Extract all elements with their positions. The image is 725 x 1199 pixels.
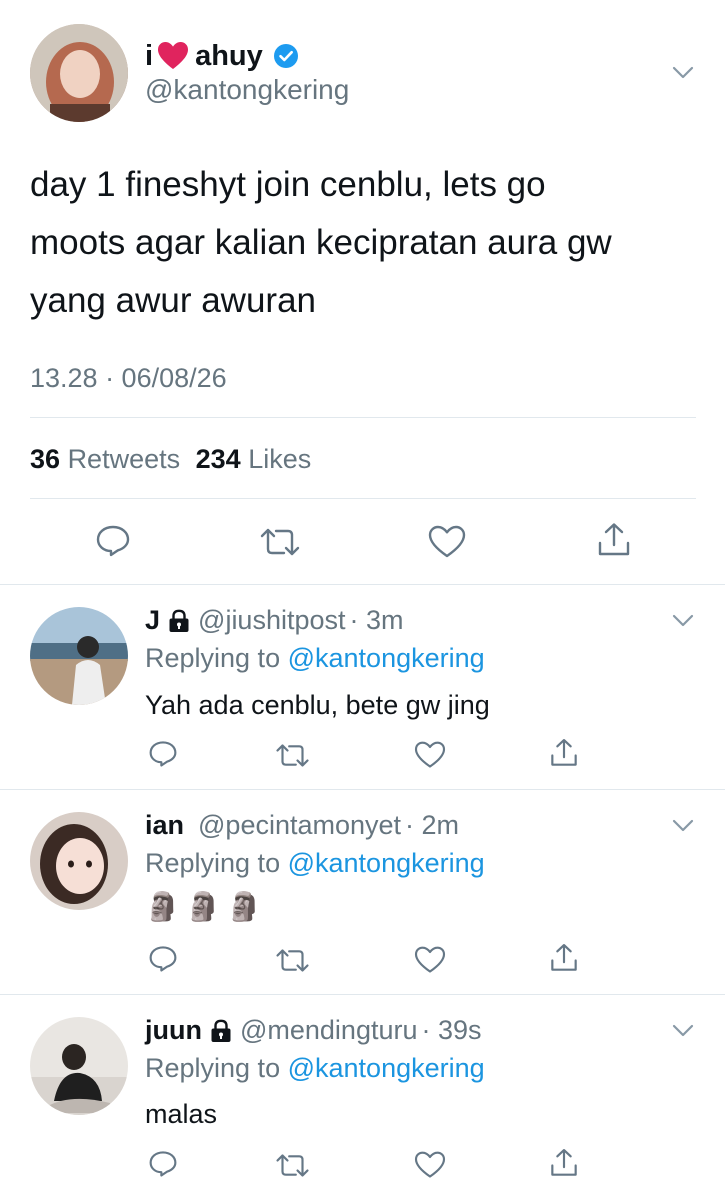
divider — [0, 584, 725, 585]
avatar-photo — [30, 607, 128, 705]
likes-stat[interactable]: 234 Likes — [196, 444, 312, 474]
replying-to-label: Replying to — [145, 848, 281, 878]
reply-author-name[interactable]: juun — [145, 1015, 202, 1046]
divider — [30, 417, 696, 418]
reply-button[interactable] — [148, 1150, 178, 1178]
reply-author-handle[interactable]: @pecintamonyet — [198, 810, 401, 841]
handle[interactable]: @kantongkering — [145, 74, 349, 106]
engagement-stats: 36 Retweets 234 Likes — [30, 444, 311, 475]
like-button[interactable] — [414, 946, 446, 974]
display-name-prefix: i — [145, 39, 154, 72]
timestamp[interactable]: 13.28 · 06/08/26 — [30, 363, 227, 394]
replying-to-label: Replying to — [145, 1053, 281, 1083]
likes-label: Likes — [248, 444, 312, 474]
reply-header: J @jiushitpost · 3m — [145, 605, 404, 636]
tweet-text: day 1 fineshyt join cenblu, lets go moot… — [30, 156, 612, 330]
divider — [0, 994, 725, 995]
display-name[interactable]: i ahuy — [145, 38, 299, 74]
reply-header: ian @pecintamonyet · 2m — [145, 810, 459, 841]
lock-icon — [210, 1019, 232, 1043]
replying-to-link[interactable]: @kantongkering — [288, 643, 485, 673]
heart-emoji-icon — [157, 41, 189, 71]
reply-author-name[interactable]: ian — [145, 810, 184, 841]
replying-to-label: Replying to — [145, 643, 281, 673]
avatar-photo — [30, 1017, 128, 1115]
reply-button[interactable] — [148, 945, 178, 973]
replying-to-link[interactable]: @kantongkering — [288, 848, 485, 878]
reply-button[interactable] — [95, 524, 131, 558]
share-button[interactable] — [549, 1148, 579, 1178]
retweet-button[interactable] — [275, 1153, 310, 1178]
reply-time[interactable]: · 3m — [350, 605, 404, 636]
reply-text: 🗿🗿🗿 — [145, 891, 268, 922]
chevron-down-icon[interactable] — [672, 1024, 694, 1038]
reply-author-handle[interactable]: @jiushitpost — [198, 605, 345, 636]
lock-icon — [168, 609, 190, 633]
tweet-text-line: yang awur awuran — [30, 281, 316, 320]
retweet-button[interactable] — [275, 743, 310, 768]
avatar-photo — [30, 812, 128, 910]
retweet-button[interactable] — [259, 527, 301, 557]
reply-text: Yah ada cenblu, bete gw jing — [145, 690, 490, 720]
reply-button[interactable] — [148, 740, 178, 768]
replying-to: Replying to @kantongkering — [145, 848, 485, 879]
avatar[interactable] — [30, 24, 128, 122]
avatar-photo — [30, 24, 128, 122]
retweet-button[interactable] — [275, 948, 310, 973]
tweet-text-line: day 1 fineshyt join cenblu, lets go — [30, 165, 546, 204]
retweets-stat[interactable]: 36 Retweets — [30, 444, 188, 474]
like-button[interactable] — [414, 1151, 446, 1179]
share-button[interactable] — [596, 522, 632, 558]
chevron-down-icon[interactable] — [672, 66, 694, 80]
reply-time[interactable]: · 2m — [405, 810, 459, 841]
chevron-down-icon[interactable] — [672, 614, 694, 628]
verified-badge-icon — [273, 43, 299, 69]
reply-time[interactable]: · 39s — [422, 1015, 482, 1046]
display-name-suffix: ahuy — [195, 39, 263, 72]
divider — [30, 498, 696, 499]
replying-to: Replying to @kantongkering — [145, 643, 485, 674]
tweet-text-line: moots agar kalian kecipratan aura gw — [30, 223, 612, 262]
reply-author-name[interactable]: J — [145, 605, 160, 636]
divider — [0, 789, 725, 790]
replying-to-link[interactable]: @kantongkering — [288, 1053, 485, 1083]
likes-count: 234 — [195, 444, 241, 474]
replying-to: Replying to @kantongkering — [145, 1053, 485, 1084]
reply-text: malas — [145, 1099, 218, 1129]
avatar[interactable] — [30, 812, 128, 910]
reply-header: juun @mendingturu · 39s — [145, 1015, 482, 1046]
reply-author-handle[interactable]: @mendingturu — [240, 1015, 418, 1046]
avatar[interactable] — [30, 607, 128, 705]
avatar[interactable] — [30, 1017, 128, 1115]
share-button[interactable] — [549, 943, 579, 973]
share-button[interactable] — [549, 738, 579, 768]
chevron-down-icon[interactable] — [672, 819, 694, 833]
retweets-count: 36 — [30, 444, 61, 474]
like-button[interactable] — [414, 741, 446, 769]
retweets-label: Retweets — [67, 444, 181, 474]
like-button[interactable] — [428, 525, 466, 559]
